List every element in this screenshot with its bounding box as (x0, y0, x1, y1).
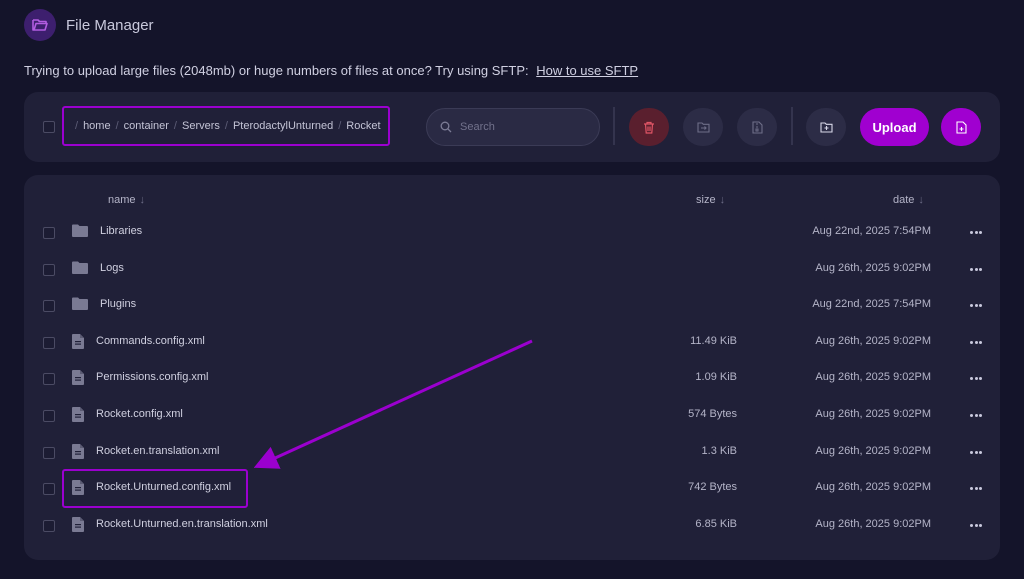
row-checkbox[interactable] (43, 300, 55, 313)
date-column-header[interactable]: date ↓ (893, 194, 924, 206)
toolbar-divider (791, 107, 793, 145)
row-checkbox[interactable] (43, 336, 55, 349)
file-row[interactable]: Rocket.config.xml 574 Bytes Aug 26th, 2025… (24, 397, 1000, 433)
size-column-header[interactable]: size ↓ (696, 194, 725, 206)
name-column-header[interactable]: name ↓ (108, 194, 145, 206)
trash-icon (644, 121, 654, 134)
breadcrumb-servers[interactable]: Servers (182, 120, 220, 132)
breadcrumb-home[interactable]: home (83, 120, 111, 132)
folder-row[interactable]: Logs Aug 26th, 2025 9:02PM (24, 251, 1000, 287)
move-folder-icon (696, 122, 710, 133)
file-size: 574 Bytes (688, 408, 737, 420)
more-options-icon[interactable] (968, 478, 984, 498)
sftp-notice: Trying to upload large files (2048mb) or… (24, 63, 638, 78)
file-size: 1.3 KiB (701, 444, 737, 457)
sort-arrow-icon: ↓ (719, 194, 726, 206)
more-options-icon[interactable] (968, 332, 984, 352)
file-row[interactable]: Permissions.config.xml 1.09 KiB Aug 26th, … (24, 360, 1000, 396)
file-name[interactable]: Rocket.config.xml (96, 408, 183, 420)
upload-button[interactable]: Upload (860, 108, 929, 146)
new-folder-button[interactable] (806, 108, 846, 146)
file-icon (72, 443, 84, 464)
folder-open-icon (24, 9, 56, 41)
file-date: Aug 26th, 2025 9:02PM (815, 444, 931, 457)
file-icon (72, 333, 84, 354)
row-checkbox[interactable] (43, 519, 55, 532)
sftp-help-link[interactable]: How to use SFTP (536, 63, 638, 78)
file-name[interactable]: Permissions.config.xml (96, 371, 208, 383)
new-folder-icon (819, 122, 833, 133)
new-file-icon (955, 120, 967, 134)
more-options-icon[interactable] (968, 405, 984, 425)
folder-icon (72, 261, 88, 279)
breadcrumb-container[interactable]: container (124, 120, 169, 132)
more-options-icon[interactable] (968, 442, 984, 462)
breadcrumb: / home / container / Servers / Pterodact… (62, 106, 390, 146)
file-icon (72, 407, 84, 427)
more-options-icon[interactable] (968, 515, 984, 535)
file-date: Aug 26th, 2025 9:02PM (815, 481, 931, 494)
sort-arrow-icon: ↓ (918, 194, 924, 206)
file-size: 11.49 KiB (690, 334, 737, 347)
file-date: Aug 22nd, 2025 7:54PM (812, 298, 931, 311)
file-date: Aug 26th, 2025 9:02PM (815, 261, 931, 274)
row-checkbox[interactable] (43, 263, 55, 276)
file-toolbar: / home / container / Servers / Pterodact… (24, 92, 1000, 162)
folder-row[interactable]: Plugins Aug 22nd, 2025 7:54PM (24, 287, 1000, 323)
sftp-notice-text: Trying to upload large files (2048mb) or… (24, 63, 529, 78)
file-row[interactable]: Rocket.en.translation.xml 1.3 KiB Aug 26th… (24, 434, 1000, 470)
sort-arrow-icon: ↓ (139, 194, 146, 206)
folder-row[interactable]: Libraries Aug 22nd, 2025 7:54PM (24, 214, 1000, 250)
search-input[interactable] (458, 120, 582, 134)
delete-button[interactable] (629, 108, 669, 146)
archive-file-icon (751, 120, 763, 134)
search-box (426, 108, 600, 146)
row-checkbox[interactable] (43, 227, 55, 239)
file-date: Aug 26th, 2025 9:02PM (815, 517, 931, 530)
more-options-icon[interactable] (968, 222, 984, 242)
page-title: File Manager (66, 16, 154, 34)
new-file-button[interactable] (941, 108, 981, 146)
row-checkbox[interactable] (43, 410, 55, 422)
file-size: 6.85 KiB (695, 517, 737, 530)
file-icon (72, 370, 84, 390)
file-name[interactable]: Plugins (100, 298, 136, 310)
file-size: 742 Bytes (688, 481, 737, 494)
file-row[interactable]: Rocket.Unturned.en.translation.xml 6.85 K… (24, 507, 1000, 543)
toolbar-divider (613, 107, 615, 145)
file-row[interactable]: Commands.config.xml 11.49 KiB Aug 26th, 20… (24, 324, 1000, 360)
breadcrumb-rocket[interactable]: Rocket (346, 120, 380, 132)
file-name[interactable]: Commands.config.xml (96, 335, 205, 347)
more-options-icon[interactable] (968, 259, 984, 279)
select-all-checkbox[interactable] (43, 121, 55, 133)
highlight-box (62, 469, 248, 508)
file-date: Aug 26th, 2025 9:02PM (815, 408, 931, 420)
more-options-icon[interactable] (968, 295, 984, 315)
folder-icon (72, 224, 88, 242)
file-name[interactable]: Logs (100, 262, 124, 274)
file-date: Aug 26th, 2025 9:02PM (815, 371, 931, 384)
file-name[interactable]: Rocket.Unturned.en.translation.xml (96, 518, 268, 530)
row-checkbox[interactable] (43, 483, 55, 496)
file-name[interactable]: Rocket.en.translation.xml (96, 445, 220, 457)
archive-button[interactable] (737, 108, 777, 146)
more-options-icon[interactable] (968, 368, 984, 388)
page-header: File Manager (24, 9, 154, 41)
file-icon (72, 516, 84, 537)
search-icon (440, 121, 452, 133)
breadcrumb-pterodactylunturned[interactable]: PterodactylUnturned (233, 120, 333, 132)
move-button[interactable] (683, 108, 723, 146)
file-name[interactable]: Libraries (100, 225, 142, 237)
folder-icon (72, 297, 88, 315)
row-checkbox[interactable] (43, 446, 55, 459)
file-size: 1.09 KiB (695, 371, 737, 384)
file-date: Aug 22nd, 2025 7:54PM (812, 225, 931, 237)
row-checkbox[interactable] (43, 373, 55, 386)
file-date: Aug 26th, 2025 9:02PM (815, 334, 931, 347)
